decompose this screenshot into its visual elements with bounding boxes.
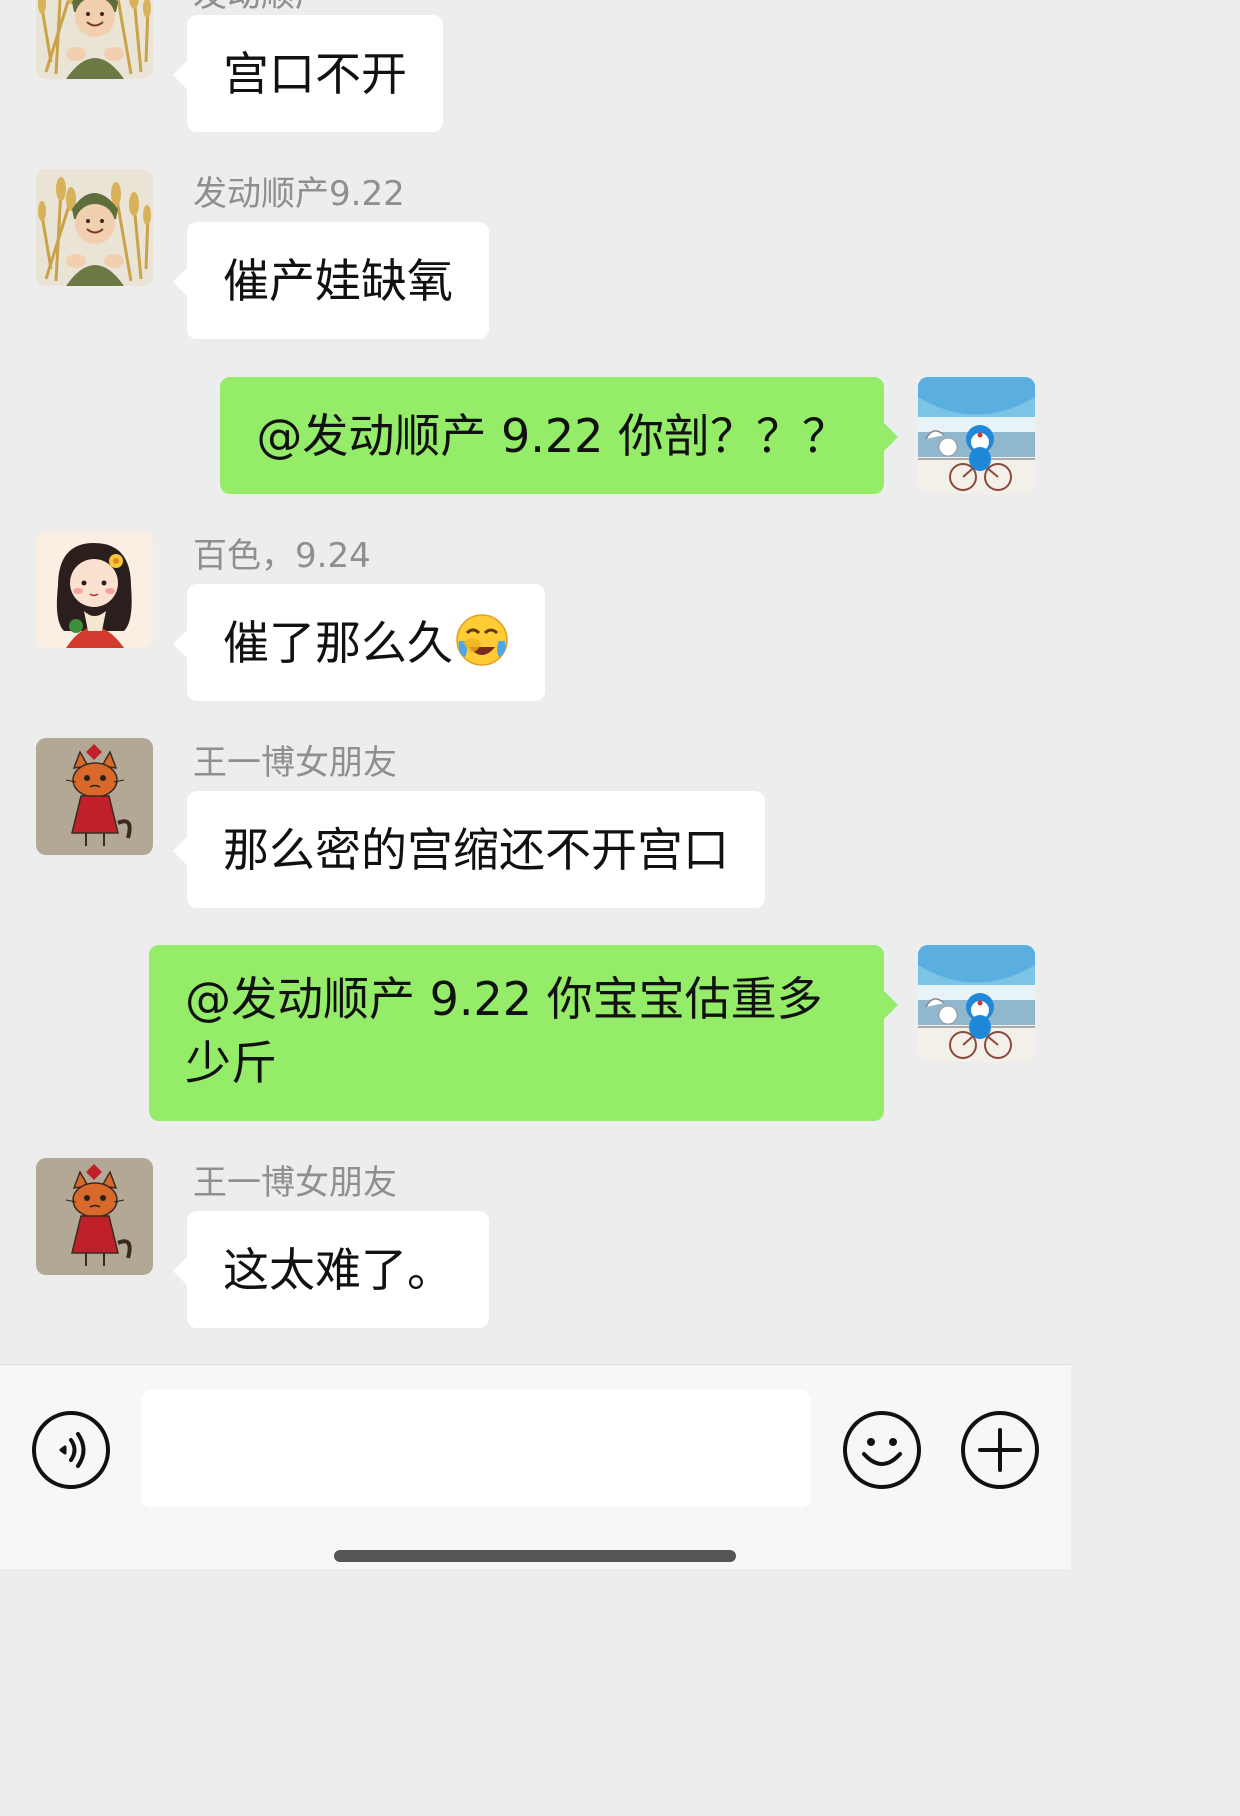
message-text: 宫口不开 xyxy=(223,47,407,101)
emoji-icon[interactable] xyxy=(842,1410,922,1490)
my-avatar[interactable] xyxy=(918,377,1035,494)
incoming-message-bubble[interactable]: 宫口不开 xyxy=(173,15,443,132)
incoming-message-bubble[interactable]: 这太难了。 xyxy=(173,1211,489,1328)
outgoing-message-bubble[interactable]: @发动顺产 9.22 你宝宝估重多少斤 xyxy=(149,945,898,1121)
sender-name: 百色，9.24 xyxy=(193,536,371,576)
message-input[interactable] xyxy=(141,1390,811,1507)
sender-avatar[interactable] xyxy=(36,531,153,648)
message-text: @发动顺产 9.22 你剖？？？ xyxy=(256,409,848,463)
sender-avatar[interactable] xyxy=(36,0,153,79)
message-text: 那么密的宫缩还不开宫口 xyxy=(223,823,729,877)
incoming-message-bubble[interactable]: 催了那么久 xyxy=(173,584,545,701)
message-text: @发动顺产 9.22 你宝宝估重多少斤 xyxy=(185,972,823,1090)
face-with-tears-of-joy-icon xyxy=(456,614,508,666)
incoming-message-bubble[interactable]: 催产娃缺氧 xyxy=(173,222,489,339)
home-indicator xyxy=(334,1550,736,1562)
message-text: 这太难了。 xyxy=(223,1243,453,1297)
sender-name: 王一博女朋友 xyxy=(193,743,397,783)
sender-avatar[interactable] xyxy=(36,169,153,286)
outgoing-message-bubble[interactable]: @发动顺产 9.22 你剖？？？ xyxy=(220,377,898,494)
voice-icon[interactable] xyxy=(31,1410,111,1490)
chat-message-list[interactable]: 发动顺产 宫口不开 发动顺产9.22 催产娃缺氧 @发动顺产 9.22 你剖？？… xyxy=(0,0,1071,1364)
plus-icon[interactable] xyxy=(960,1410,1040,1490)
sender-name: 王一博女朋友 xyxy=(193,1163,397,1203)
sender-name: 发动顺产 xyxy=(193,0,329,12)
incoming-message-bubble[interactable]: 那么密的宫缩还不开宫口 xyxy=(173,791,765,908)
message-text: 催了那么久 xyxy=(223,616,453,670)
sender-avatar[interactable] xyxy=(36,738,153,855)
my-avatar[interactable] xyxy=(918,945,1035,1062)
sender-name: 发动顺产9.22 xyxy=(193,174,405,214)
sender-avatar[interactable] xyxy=(36,1158,153,1275)
chat-input-bar xyxy=(0,1364,1071,1569)
message-text: 催产娃缺氧 xyxy=(223,254,453,308)
